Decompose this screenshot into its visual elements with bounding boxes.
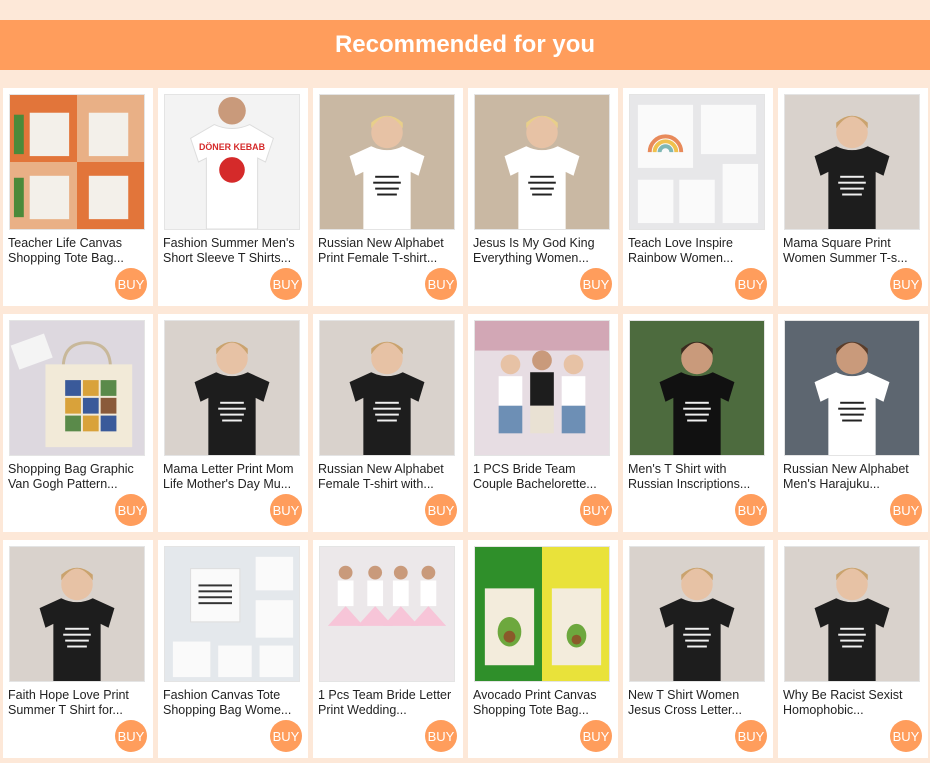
section-title: Recommended for you — [334, 31, 596, 58]
buy-button[interactable]: BUY — [890, 494, 922, 526]
product-image[interactable] — [9, 546, 145, 682]
product-image[interactable] — [629, 320, 765, 456]
product-card[interactable]: DÖNER KEBAB Fashion Summer Men's Short S… — [158, 88, 308, 306]
product-card[interactable]: 1 Pcs Team Bride Letter Print Wedding...… — [313, 540, 463, 758]
product-card[interactable]: Why Be Racist Sexist Homophobic... BUY — [778, 540, 928, 758]
product-title[interactable]: 1 Pcs Team Bride Letter Print Wedding... — [318, 688, 458, 718]
buy-button[interactable]: BUY — [425, 268, 457, 300]
product-image[interactable] — [784, 320, 920, 456]
product-card[interactable]: Russian New Alphabet Men's Harajuku... BU… — [778, 314, 928, 532]
product-grid: Teacher Life Canvas Shopping Tote Bag...… — [3, 88, 928, 758]
buy-button[interactable]: BUY — [890, 720, 922, 752]
buy-button[interactable]: BUY — [270, 720, 302, 752]
svg-text:DÖNER KEBAB: DÖNER KEBAB — [199, 142, 265, 152]
buy-button[interactable]: BUY — [580, 720, 612, 752]
product-title[interactable]: Mama Square Print Women Summer T-s... — [783, 236, 923, 266]
product-card[interactable]: New T Shirt Women Jesus Cross Letter... B… — [623, 540, 773, 758]
buy-button[interactable]: BUY — [270, 268, 302, 300]
product-card[interactable]: Faith Hope Love Print Summer T Shirt for… — [3, 540, 153, 758]
product-title[interactable]: Russian New Alphabet Print Female T-shir… — [318, 236, 458, 266]
product-image[interactable] — [474, 320, 610, 456]
product-image[interactable] — [9, 320, 145, 456]
product-title[interactable]: Fashion Summer Men's Short Sleeve T Shir… — [163, 236, 303, 266]
buy-button[interactable]: BUY — [580, 268, 612, 300]
product-card[interactable]: Jesus Is My God King Everything Women...… — [468, 88, 618, 306]
buy-button[interactable]: BUY — [425, 494, 457, 526]
product-card[interactable]: Teacher Life Canvas Shopping Tote Bag...… — [3, 88, 153, 306]
product-image[interactable] — [474, 94, 610, 230]
product-title[interactable]: Shopping Bag Graphic Van Gogh Pattern... — [8, 462, 148, 492]
product-card[interactable]: Avocado Print Canvas Shopping Tote Bag..… — [468, 540, 618, 758]
product-title[interactable]: Avocado Print Canvas Shopping Tote Bag..… — [473, 688, 613, 718]
product-title[interactable]: 1 PCS Bride Team Couple Bachelorette... — [473, 462, 613, 492]
product-title[interactable]: Men's T Shirt with Russian Inscriptions.… — [628, 462, 768, 492]
product-image[interactable] — [629, 546, 765, 682]
buy-button[interactable]: BUY — [735, 720, 767, 752]
product-title[interactable]: Jesus Is My God King Everything Women... — [473, 236, 613, 266]
product-card[interactable]: Men's T Shirt with Russian Inscriptions.… — [623, 314, 773, 532]
product-image[interactable]: DÖNER KEBAB — [164, 94, 300, 230]
product-card[interactable]: Mama Letter Print Mom Life Mother's Day … — [158, 314, 308, 532]
product-title[interactable]: Russian New Alphabet Female T-shirt with… — [318, 462, 458, 492]
product-title[interactable]: Mama Letter Print Mom Life Mother's Day … — [163, 462, 303, 492]
buy-button[interactable]: BUY — [270, 494, 302, 526]
buy-button[interactable]: BUY — [890, 268, 922, 300]
buy-button[interactable]: BUY — [735, 494, 767, 526]
product-title[interactable]: Why Be Racist Sexist Homophobic... — [783, 688, 923, 718]
product-image[interactable] — [164, 546, 300, 682]
buy-button[interactable]: BUY — [425, 720, 457, 752]
product-title[interactable]: Fashion Canvas Tote Shopping Bag Wome... — [163, 688, 303, 718]
buy-button[interactable]: BUY — [580, 494, 612, 526]
product-image[interactable] — [319, 94, 455, 230]
buy-button[interactable]: BUY — [735, 268, 767, 300]
product-title[interactable]: Faith Hope Love Print Summer T Shirt for… — [8, 688, 148, 718]
product-card[interactable]: Teach Love Inspire Rainbow Women... BUY — [623, 88, 773, 306]
product-image[interactable] — [164, 320, 300, 456]
buy-button[interactable]: BUY — [115, 268, 147, 300]
buy-button[interactable]: BUY — [115, 720, 147, 752]
product-card[interactable]: Fashion Canvas Tote Shopping Bag Wome...… — [158, 540, 308, 758]
buy-button[interactable]: BUY — [115, 494, 147, 526]
product-title[interactable]: Teacher Life Canvas Shopping Tote Bag... — [8, 236, 148, 266]
product-card[interactable]: Mama Square Print Women Summer T-s... BUY — [778, 88, 928, 306]
product-title[interactable]: Teach Love Inspire Rainbow Women... — [628, 236, 768, 266]
product-title[interactable]: New T Shirt Women Jesus Cross Letter... — [628, 688, 768, 718]
product-card[interactable]: Shopping Bag Graphic Van Gogh Pattern...… — [3, 314, 153, 532]
product-card[interactable]: 1 PCS Bride Team Couple Bachelorette... B… — [468, 314, 618, 532]
product-card[interactable]: Russian New Alphabet Female T-shirt with… — [313, 314, 463, 532]
product-title[interactable]: Russian New Alphabet Men's Harajuku... — [783, 462, 923, 492]
product-image[interactable] — [319, 546, 455, 682]
product-image[interactable] — [629, 94, 765, 230]
product-image[interactable] — [784, 94, 920, 230]
section-header: Recommended for you — [0, 20, 930, 70]
product-image[interactable] — [784, 546, 920, 682]
product-image[interactable] — [319, 320, 455, 456]
product-image[interactable] — [9, 94, 145, 230]
product-card[interactable]: Russian New Alphabet Print Female T-shir… — [313, 88, 463, 306]
product-image[interactable] — [474, 546, 610, 682]
